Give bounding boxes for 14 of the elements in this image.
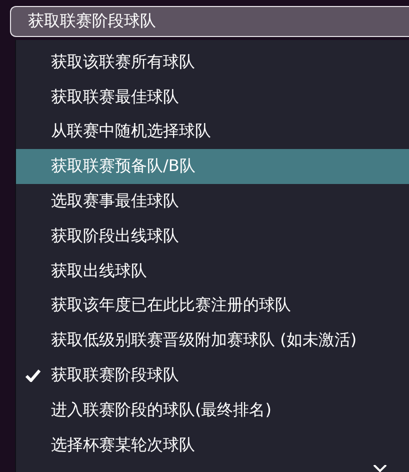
menu-item[interactable]: 选取赛事最佳球队 xyxy=(16,184,409,219)
menu-item[interactable]: 选择杯赛某轮次球队 xyxy=(16,428,409,463)
menu-item[interactable]: 获取该联赛所有球队 xyxy=(16,45,409,80)
dropdown-field[interactable]: 获取联赛阶段球队 xyxy=(10,6,409,37)
menu-item[interactable]: 获取低级别联赛晋级附加赛球队 (如未激活) xyxy=(16,323,409,358)
menu-item[interactable]: 获取联赛最佳球队 xyxy=(16,80,409,115)
menu-item[interactable]: 获取阶段出线球队 xyxy=(16,218,409,254)
menu-item[interactable]: 从联赛中随机选择球队 xyxy=(16,114,409,150)
menu-item[interactable]: 获取联赛阶段球队 xyxy=(16,358,409,393)
menu-item[interactable]: 进入联赛阶段的球队(最终排名) xyxy=(16,392,409,428)
scroll-down-icon[interactable] xyxy=(373,465,387,472)
menu-item[interactable]: 获取联赛预备队/B队 xyxy=(16,149,409,184)
menu-item[interactable]: 获取出线球队 xyxy=(16,254,409,289)
menu-item[interactable]: 获取该年度已在此比赛注册的球队 xyxy=(16,288,409,324)
